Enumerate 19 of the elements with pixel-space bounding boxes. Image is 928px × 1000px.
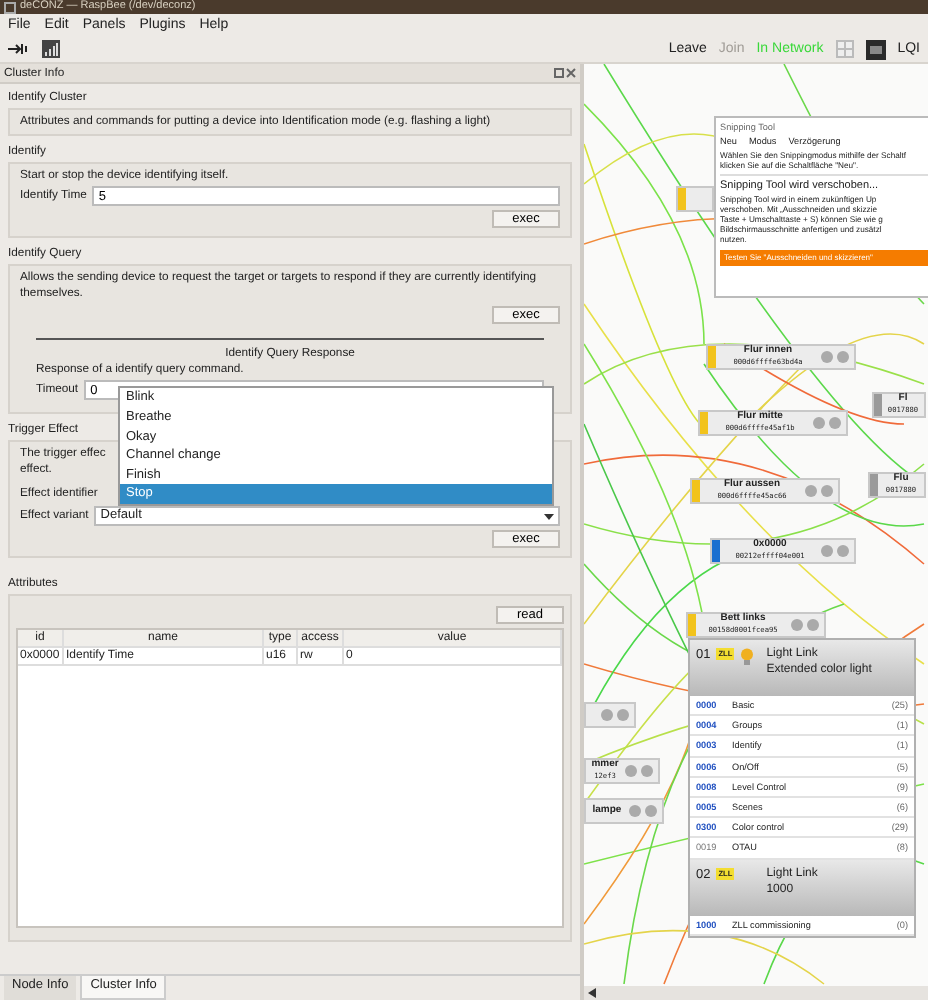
- close-icon[interactable]: [566, 68, 576, 78]
- device-node[interactable]: [676, 186, 714, 212]
- caret-icon: [544, 513, 554, 519]
- port-dots-icon: [812, 416, 842, 430]
- port-dots-icon: [600, 708, 630, 722]
- chip-icon[interactable]: [865, 39, 886, 59]
- port-dots-icon: [624, 764, 654, 778]
- device-node[interactable]: [584, 702, 636, 728]
- port-dots-icon: [820, 350, 850, 364]
- port-dots-icon: [820, 544, 850, 558]
- app-icon: [4, 1, 16, 13]
- signal-bars-icon[interactable]: [42, 40, 60, 58]
- scroll-left-icon[interactable]: [588, 988, 596, 998]
- port-dots-icon: [628, 804, 658, 818]
- port-dots-icon: [804, 484, 834, 498]
- plug-icon[interactable]: [8, 42, 30, 56]
- horizontal-scrollbar[interactable]: [584, 986, 928, 1000]
- port-dots-icon: [790, 618, 820, 632]
- float-icon[interactable]: [554, 68, 564, 78]
